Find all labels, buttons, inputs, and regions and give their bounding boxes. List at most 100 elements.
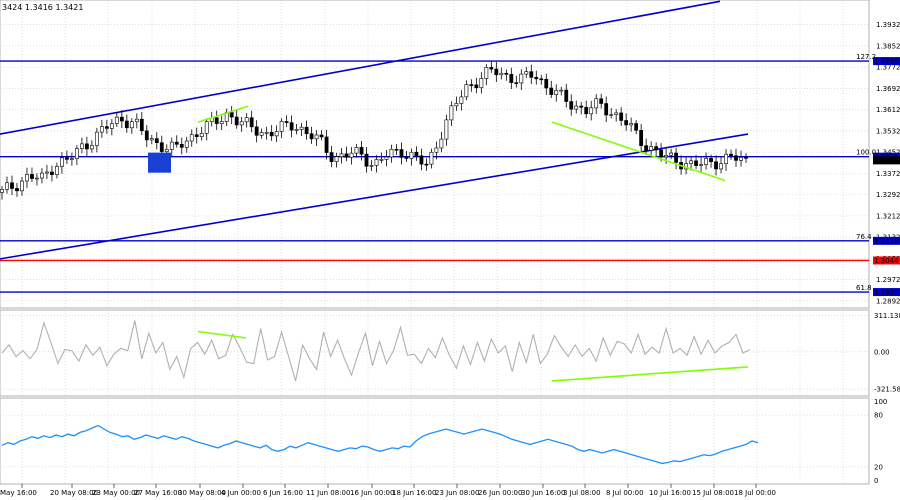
candle-body — [614, 112, 619, 115]
x-tick-label: 16 Jun 00:00 — [350, 489, 394, 497]
rsi-tick-label: 20 — [874, 463, 883, 471]
candle-body — [65, 157, 69, 160]
candle-body — [434, 147, 439, 153]
candle-body — [644, 145, 649, 151]
price-tick-label: 1.3292 — [876, 191, 900, 199]
price-tick-label: 1.3532 — [876, 127, 900, 135]
candle-body — [109, 123, 114, 129]
price-tick-label: 1.3212 — [876, 212, 900, 220]
candle-body — [259, 132, 264, 136]
candle-body — [399, 149, 404, 158]
candle-body — [10, 182, 14, 189]
candle-body — [729, 153, 733, 156]
candle-body — [479, 78, 484, 89]
candle-body — [364, 153, 369, 167]
candle-body — [214, 117, 219, 124]
candle-body — [244, 117, 249, 123]
candle-body — [674, 152, 678, 163]
candle-body — [199, 132, 204, 137]
candle-body — [169, 141, 174, 150]
candle-body — [204, 121, 209, 134]
candle-body — [639, 130, 644, 146]
candle-body — [589, 107, 594, 115]
candle-body — [534, 77, 539, 80]
candle-body — [504, 72, 509, 75]
candle-body — [94, 131, 99, 146]
candle-body — [139, 118, 144, 132]
candle-body — [409, 151, 414, 159]
candle-body — [25, 174, 29, 182]
x-tick-label: 15 Jul 08:00 — [692, 489, 734, 497]
candle-body — [189, 134, 194, 142]
osc-tick-label: 311.138 — [874, 312, 900, 320]
candle-body — [119, 116, 124, 122]
candle-body — [689, 160, 693, 164]
candle-body — [464, 84, 469, 98]
candle-body — [344, 153, 349, 158]
candle-body — [304, 126, 309, 134]
level-tag-label: 1.3044 — [874, 257, 899, 265]
candle-body — [60, 157, 64, 167]
price-tick-label: 1.3852 — [876, 42, 900, 50]
candle-body — [384, 156, 389, 160]
osc-tick-label: 0.00 — [874, 348, 890, 356]
candle-body — [634, 123, 639, 131]
level-tag-label: 1.2925 — [874, 289, 899, 297]
candle-body — [604, 103, 609, 116]
x-tick-label: 23 May 00:00 — [92, 489, 140, 497]
candle-body — [524, 71, 529, 75]
candle-body — [599, 98, 604, 104]
candle-body — [664, 155, 669, 158]
candle-body — [649, 146, 654, 151]
candle-body — [619, 112, 624, 121]
candle-body — [379, 159, 384, 161]
candle-body — [294, 129, 299, 131]
x-tick-label: 27 May 16:00 — [134, 489, 182, 497]
candle-body — [654, 146, 659, 151]
candle-body — [279, 121, 284, 132]
candle-body — [284, 121, 289, 123]
candle-body — [719, 163, 723, 170]
level-tag-label: 1.3795 — [874, 58, 899, 66]
candle-body — [694, 160, 698, 166]
candle-body — [579, 105, 584, 108]
candle-body — [359, 147, 364, 155]
x-tick-label: 26 Jun 00:00 — [478, 489, 522, 497]
price-tick-label: 1.3612 — [876, 106, 900, 114]
x-tick-label: 30 Jun 16:00 — [521, 489, 565, 497]
candle-body — [349, 152, 354, 158]
candle-body — [149, 138, 154, 141]
candle-body — [574, 105, 579, 110]
candle-body — [179, 143, 184, 148]
candle-body — [239, 121, 244, 126]
candle-body — [74, 148, 79, 159]
x-tick-label: 11 Jun 08:00 — [306, 489, 350, 497]
price-tick-label: 1.2892 — [876, 297, 900, 305]
candle-body — [389, 148, 394, 158]
candle-body — [449, 105, 454, 121]
candle-body — [194, 134, 199, 137]
candle-body — [439, 138, 444, 149]
candle-body — [0, 189, 4, 193]
rsi-tick-label: 100 — [874, 398, 887, 406]
x-tick-label: 10 Jul 16:00 — [649, 489, 691, 497]
candle-body — [594, 98, 599, 109]
candle-body — [154, 138, 159, 144]
candle-body — [274, 131, 279, 137]
x-tick-label: 20 May 08:00 — [50, 489, 98, 497]
candle-body — [84, 143, 89, 150]
candle-body — [699, 164, 703, 166]
candle-body — [20, 180, 24, 192]
candle-body — [469, 84, 474, 86]
candle-body — [529, 71, 534, 78]
price-tick-label: 1.3372 — [876, 170, 900, 178]
candle-body — [50, 171, 54, 175]
candle-body — [79, 143, 84, 149]
x-tick-label: 18 Jun 16:00 — [392, 489, 436, 497]
x-tick-label: 23 Jun 08:00 — [435, 489, 479, 497]
candle-body — [219, 121, 224, 124]
candle-body — [45, 171, 49, 174]
candle-body — [5, 182, 9, 190]
candle-body — [144, 130, 149, 141]
candle-body — [454, 103, 459, 107]
